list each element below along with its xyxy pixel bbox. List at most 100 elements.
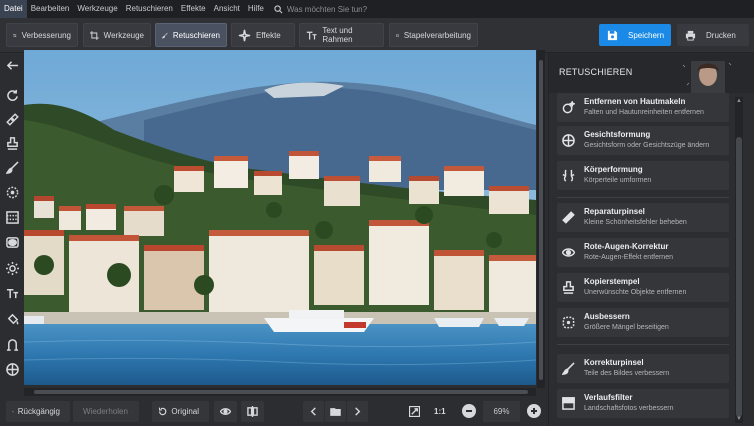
menu-retuschieren[interactable]: Retuschieren	[122, 0, 177, 18]
scroll-thumb[interactable]	[34, 390, 528, 394]
eye-icon	[220, 408, 231, 415]
brush-icon	[561, 362, 575, 375]
retouch-panel: RETUSCHIEREN Entfernen von Hautmakeln Fa…	[548, 53, 754, 426]
zoom-value[interactable]: 69%	[483, 401, 520, 422]
horizontal-scrollbar[interactable]	[24, 388, 536, 396]
tool-clone-stamp[interactable]: Kopierstempel Unerwünschte Objekte entfe…	[557, 273, 729, 302]
tab-effekte[interactable]: Effekte	[231, 23, 295, 47]
tool-blemish-removal[interactable]: Entfernen von Hautmakeln Falten und Haut…	[557, 93, 729, 122]
gradient-icon[interactable]	[4, 209, 20, 225]
images-icon	[396, 33, 399, 37]
scroll-thumb[interactable]	[736, 137, 742, 417]
tab-text-und-rahmen[interactable]: Text und Rahmen	[299, 23, 384, 47]
undo-label: Rückgängig	[17, 407, 60, 416]
scroll-up-arrow[interactable]: ▲	[735, 97, 743, 105]
original-label: Original	[171, 407, 199, 416]
scroll-down-arrow[interactable]: ▼	[735, 415, 743, 423]
tool-desc: Landschaftsfotos verbessern	[584, 405, 674, 412]
tool-name: Entfernen von Hautmakeln	[584, 97, 686, 106]
harbor-town-photo	[24, 50, 536, 385]
radial-icon[interactable]	[4, 184, 20, 200]
brush-icon	[162, 32, 168, 38]
menu-bar: Datei Bearbeiten Werkzeuge Retuschieren …	[0, 0, 754, 18]
plus-icon	[531, 408, 537, 414]
globe-icon[interactable]	[4, 361, 20, 377]
tool-red-eye[interactable]: Rote-Augen-Korrektur Rote-Augen-Effekt e…	[557, 238, 729, 267]
tool-patch[interactable]: Ausbessern Größere Mängel beseitigen	[557, 308, 729, 337]
preview-toggle[interactable]	[214, 401, 237, 422]
tool-name: Ausbessern	[584, 312, 630, 321]
text-icon[interactable]	[4, 285, 20, 301]
scroll-thumb[interactable]	[539, 60, 543, 380]
tool-name: Körperformung	[584, 165, 643, 174]
prev-image-button[interactable]	[303, 401, 324, 422]
compare-toggle[interactable]	[241, 401, 264, 422]
tab-verbesserung[interactable]: Verbesserung	[6, 23, 78, 47]
tool-body-sculpting[interactable]: Körperformung Körperteile umformen	[557, 161, 729, 190]
tool-graduated-filter[interactable]: Verlaufsfilter Landschaftsfotos verbesse…	[557, 389, 729, 418]
warp-icon[interactable]	[4, 336, 20, 352]
photo-editor-window: Datei Bearbeiten Werkzeuge Retuschieren …	[0, 0, 754, 426]
tab-werkzeuge[interactable]: Werkzeuge	[83, 23, 151, 47]
menu-datei[interactable]: Datei	[0, 0, 27, 18]
eye-icon	[561, 246, 576, 259]
zoom-in-button[interactable]	[527, 404, 541, 418]
menu-werkzeuge[interactable]: Werkzeuge	[73, 0, 121, 18]
tab-retuschieren[interactable]: Retuschieren	[155, 23, 227, 47]
tool-face-sculpting[interactable]: Gesichtsformung Gesichtsform oder Gesich…	[557, 126, 729, 155]
minus-icon	[466, 410, 472, 412]
menu-bearbeiten[interactable]: Bearbeiten	[27, 0, 74, 18]
save-button[interactable]: Speichern	[599, 24, 671, 46]
tab-label: Werkzeuge	[103, 30, 144, 40]
original-button[interactable]: Original	[152, 401, 209, 422]
zoom-out-button[interactable]	[462, 404, 476, 418]
photo-canvas[interactable]	[24, 50, 536, 385]
open-folder-button[interactable]	[325, 401, 346, 422]
stamp-icon[interactable]	[4, 135, 20, 151]
light-icon[interactable]	[4, 260, 20, 276]
fit-to-screen-button[interactable]	[404, 401, 426, 422]
tab-stapelverarbeitung[interactable]: Stapelverarbeitung	[389, 23, 478, 47]
healing-icon[interactable]	[4, 111, 20, 127]
tool-adjustment-brush[interactable]: Korrekturpinsel Teile des Bildes verbess…	[557, 354, 729, 383]
face-sparkle-icon	[562, 100, 576, 114]
tool-name: Gesichtsformung	[584, 130, 651, 139]
face-shape-icon	[562, 134, 575, 147]
menu-ansicht[interactable]: Ansicht	[210, 0, 244, 18]
vignette-icon[interactable]	[4, 234, 20, 250]
actual-size-button[interactable]: 1:1	[430, 401, 454, 422]
chevron-left-icon	[310, 407, 316, 416]
next-image-button[interactable]	[347, 401, 368, 422]
brush-icon[interactable]	[4, 159, 20, 175]
panel-scrollbar[interactable]: ▲ ▼	[735, 97, 743, 423]
vertical-scrollbar[interactable]	[537, 50, 545, 388]
redo-icon	[131, 411, 133, 413]
undo-button[interactable]: Rückgängig	[6, 401, 70, 422]
redo-button[interactable]: Wiederholen	[73, 401, 139, 422]
main-toolbar: Verbesserung Werkzeuge Retuschieren Effe…	[0, 18, 754, 53]
tab-label: Retuschieren	[172, 30, 220, 40]
print-button[interactable]: Drucken	[677, 24, 749, 46]
redo-label: Wiederholen	[83, 407, 128, 416]
back-arrow-icon[interactable]	[4, 57, 20, 73]
menu-hilfe[interactable]: Hilfe	[244, 0, 268, 18]
compare-icon	[247, 406, 258, 417]
rotate-icon[interactable]	[4, 87, 20, 103]
actual-size-label: 1:1	[434, 407, 446, 416]
panel-header: RETUSCHIEREN	[549, 53, 754, 93]
menu-search[interactable]: Was möchten Sie tun?	[274, 5, 367, 14]
tool-healing-brush[interactable]: Reparaturpinsel Kleine Schönheitsfehler …	[557, 203, 729, 232]
floppy-icon	[607, 30, 618, 40]
tool-desc: Gesichtsform oder Gesichtszüge ändern	[584, 142, 710, 149]
stamp-icon	[562, 281, 575, 294]
panel-divider	[557, 197, 729, 198]
print-label: Drucken	[706, 30, 736, 40]
tool-desc: Teile des Bildes verbessern	[584, 370, 670, 377]
search-icon	[274, 4, 283, 13]
menu-effekte[interactable]: Effekte	[177, 0, 210, 18]
tool-desc: Kleine Schönheitsfehler beheben	[584, 219, 687, 226]
text-icon	[306, 31, 317, 40]
save-label: Speichern	[628, 30, 665, 40]
tool-name: Verlaufsfilter	[584, 393, 633, 402]
fill-icon[interactable]	[4, 311, 20, 327]
